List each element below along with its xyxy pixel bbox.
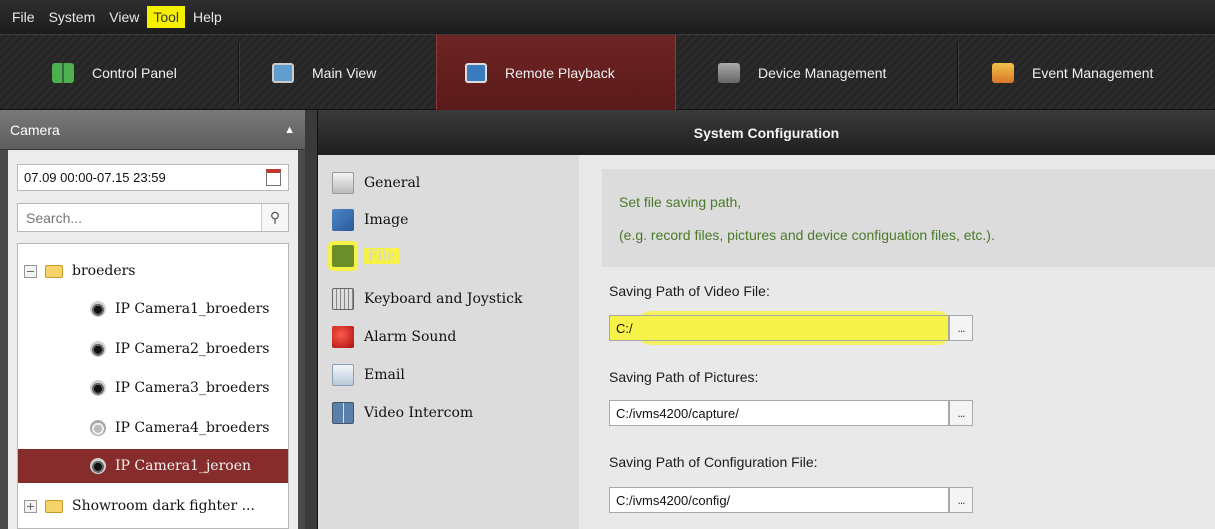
menu-view[interactable]: View bbox=[103, 6, 145, 28]
camera-offline-icon bbox=[90, 420, 106, 436]
browse-config-button[interactable]: ... bbox=[949, 487, 973, 513]
camera-panel-header[interactable]: Camera ▲ bbox=[0, 110, 305, 150]
menu-system[interactable]: System bbox=[43, 6, 102, 28]
dialog-title: System Configuration bbox=[318, 110, 1215, 155]
tab-label: Main View bbox=[312, 64, 377, 81]
camera-icon bbox=[90, 301, 106, 317]
tree-label: IP Camera2_broeders bbox=[115, 341, 270, 357]
nav-label: File bbox=[364, 248, 399, 264]
nav-image[interactable]: Image bbox=[332, 205, 408, 235]
tab-remote-playback[interactable]: Remote Playback bbox=[436, 35, 676, 110]
nav-file[interactable]: File bbox=[332, 241, 399, 271]
nav-label: Image bbox=[364, 212, 409, 228]
system-configuration-dialog: System Configuration General Image File … bbox=[318, 110, 1215, 529]
panel-title: Camera bbox=[10, 121, 60, 138]
tree-camera[interactable]: IP Camera2_broeders bbox=[90, 332, 288, 366]
tree-label: IP Camera1_broeders bbox=[115, 301, 270, 317]
keyboard-icon bbox=[332, 288, 354, 310]
browse-video-button[interactable]: ... bbox=[949, 315, 973, 341]
nav-label: Video Intercom bbox=[364, 405, 474, 421]
event-management-icon bbox=[992, 62, 1014, 83]
pictures-path-field[interactable] bbox=[609, 400, 949, 426]
alarm-sound-icon bbox=[332, 326, 354, 348]
tab-event-management[interactable]: Event Management bbox=[992, 35, 1153, 110]
general-icon bbox=[332, 172, 354, 194]
menu-bar: File System View Tool Help bbox=[0, 0, 1215, 34]
info-line-2: (e.g. record files, pictures and device … bbox=[619, 227, 995, 243]
folder-icon bbox=[45, 264, 63, 278]
tree-label: Showroom dark fighter ... bbox=[72, 498, 255, 514]
nav-label: Email bbox=[364, 367, 405, 383]
tab-main-view[interactable]: Main View bbox=[272, 35, 376, 110]
email-icon bbox=[332, 364, 354, 386]
config-path-field[interactable] bbox=[609, 487, 949, 513]
calendar-icon[interactable] bbox=[266, 169, 281, 186]
tab-label: Event Management bbox=[1032, 64, 1154, 81]
tree-label: IP Camera4_broeders bbox=[115, 420, 270, 436]
camera-icon bbox=[90, 380, 106, 396]
expand-icon[interactable]: + bbox=[24, 499, 37, 513]
image-icon bbox=[332, 209, 354, 231]
tree-label: IP Camera3_broeders bbox=[115, 380, 270, 396]
camera-tree: − broeders IP Camera1_broeders IP Camera… bbox=[17, 243, 289, 529]
tab-device-management[interactable]: Device Management bbox=[718, 35, 886, 110]
tree-label: IP Camera1_jeroen bbox=[115, 458, 252, 474]
menu-help[interactable]: Help bbox=[187, 6, 228, 28]
date-range-field[interactable]: 07.09 00:00-07.15 23:59 bbox=[17, 164, 289, 191]
nav-label: Alarm Sound bbox=[364, 329, 457, 345]
search-input[interactable] bbox=[17, 203, 289, 232]
device-management-icon bbox=[718, 62, 740, 83]
folder-icon bbox=[45, 499, 63, 513]
menu-tool[interactable]: Tool bbox=[147, 6, 186, 28]
tab-label: Remote Playback bbox=[505, 64, 615, 81]
control-panel-icon bbox=[52, 62, 74, 83]
video-path-field[interactable] bbox=[609, 315, 949, 341]
nav-keyboard-joystick[interactable]: Keyboard and Joystick bbox=[332, 284, 522, 314]
nav-label: General bbox=[364, 175, 421, 191]
config-content: Set file saving path, (e.g. record files… bbox=[579, 155, 1215, 529]
search-icon[interactable]: ⚲ bbox=[261, 204, 288, 231]
config-path-label: Saving Path of Configuration File: bbox=[609, 454, 818, 470]
pictures-path-label: Saving Path of Pictures: bbox=[609, 369, 759, 385]
video-path-label: Saving Path of Video File: bbox=[609, 283, 770, 299]
nav-alarm-sound[interactable]: Alarm Sound bbox=[332, 322, 456, 352]
tree-camera[interactable]: IP Camera3_broeders bbox=[90, 371, 288, 405]
remote-playback-icon bbox=[465, 62, 487, 83]
tab-control-panel[interactable]: Control Panel bbox=[52, 35, 177, 110]
nav-label: Keyboard and Joystick bbox=[364, 291, 523, 307]
nav-general[interactable]: General bbox=[332, 168, 420, 198]
nav-video-intercom[interactable]: Video Intercom bbox=[332, 398, 473, 428]
file-icon bbox=[332, 245, 354, 267]
date-range-text: 07.09 00:00-07.15 23:59 bbox=[24, 170, 166, 185]
module-tab-bar: Control Panel Main View Remote Playback … bbox=[0, 34, 1215, 110]
info-line-1: Set file saving path, bbox=[619, 194, 742, 210]
tree-group-showroom[interactable]: + Showroom dark fighter ... bbox=[24, 489, 288, 523]
tab-label: Device Management bbox=[758, 64, 887, 81]
nav-email[interactable]: Email bbox=[332, 360, 405, 390]
tree-label: broeders bbox=[72, 263, 136, 279]
tree-camera[interactable]: IP Camera4_broeders bbox=[90, 411, 288, 445]
tree-camera-selected[interactable]: IP Camera1_jeroen bbox=[18, 449, 288, 483]
config-nav: General Image File Keyboard and Joystick… bbox=[318, 155, 579, 529]
camera-icon bbox=[90, 341, 106, 357]
video-intercom-icon bbox=[332, 402, 354, 424]
collapse-icon[interactable]: − bbox=[24, 264, 37, 278]
menu-file[interactable]: File bbox=[6, 6, 41, 28]
camera-icon bbox=[90, 458, 106, 474]
tab-label: Control Panel bbox=[92, 64, 177, 81]
main-view-icon bbox=[272, 62, 294, 83]
panel-divider[interactable] bbox=[305, 110, 318, 529]
tree-group-broeders[interactable]: − broeders bbox=[24, 254, 288, 288]
chevron-up-icon[interactable]: ▲ bbox=[284, 124, 295, 136]
tree-camera[interactable]: IP Camera1_broeders bbox=[90, 292, 288, 326]
browse-pictures-button[interactable]: ... bbox=[949, 400, 973, 426]
info-box: Set file saving path, (e.g. record files… bbox=[602, 169, 1215, 267]
